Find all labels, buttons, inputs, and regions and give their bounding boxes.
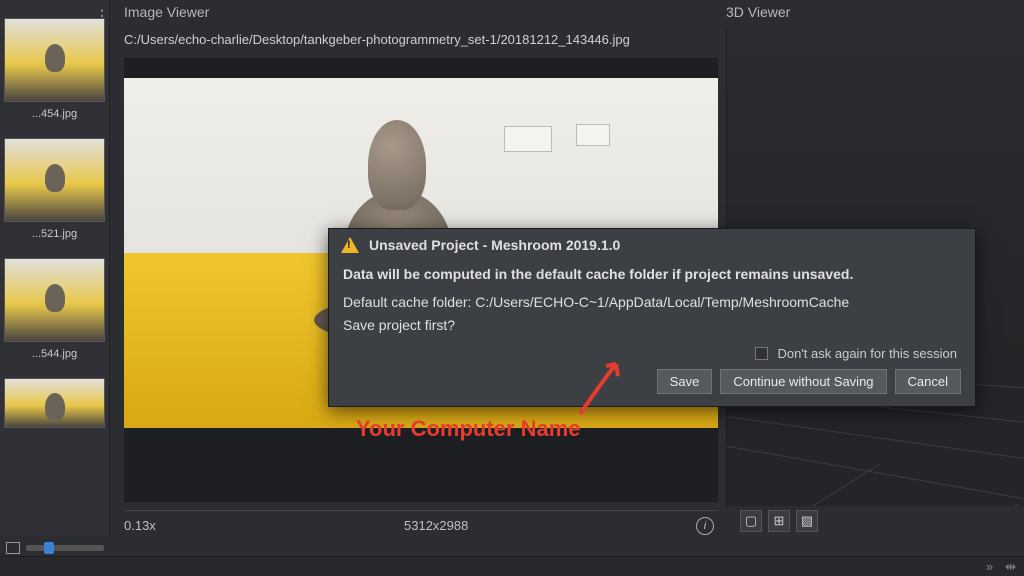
slider-thumb[interactable] [44, 542, 54, 554]
image-path: C:/Users/echo-charlie/Desktop/tankgeber-… [124, 32, 630, 47]
dialog-question: Save project first? [343, 314, 961, 336]
thumbnail-size-slider[interactable] [26, 545, 104, 551]
thumbnail-panel: ⋮ ...454.jpg ...521.jpg ...544.jpg [0, 0, 110, 536]
warning-icon [341, 237, 359, 253]
image-resolution: 5312x2988 [404, 518, 696, 533]
dont-ask-checkbox[interactable] [755, 347, 768, 360]
image-viewer-title: Image Viewer [124, 4, 209, 20]
thumbnail-label: ...521.jpg [0, 226, 109, 242]
size-icon [6, 542, 20, 554]
thumbnail-item[interactable] [4, 258, 105, 342]
continue-without-saving-button[interactable]: Continue without Saving [720, 369, 886, 394]
view-grid-button[interactable]: ⊞ [768, 510, 790, 532]
thumbnail-item[interactable] [4, 18, 105, 102]
threed-viewer-title: 3D Viewer [726, 4, 790, 20]
thumbnail-image [5, 19, 104, 101]
info-icon[interactable]: i [696, 517, 714, 535]
zoom-level: 0.13x [124, 518, 404, 533]
dont-ask-label: Don't ask again for this session [777, 346, 957, 361]
cancel-button[interactable]: Cancel [895, 369, 961, 394]
dialog-titlebar: Unsaved Project - Meshroom 2019.1.0 [329, 229, 975, 261]
thumbnail-item[interactable] [4, 138, 105, 222]
dialog-headline: Data will be computed in the default cac… [343, 263, 961, 285]
thumbnail-image [5, 139, 104, 221]
thumbnail-image [5, 379, 104, 427]
threed-toolbar: ▢ ⊞ ▨ [740, 510, 818, 532]
view-cube-button[interactable]: ▢ [740, 510, 762, 532]
image-status-bar: 0.13x 5312x2988 i [124, 510, 718, 536]
thumbnail-image [5, 259, 104, 341]
thumbnail-label: ...454.jpg [0, 106, 109, 122]
thumbnail-item[interactable] [4, 378, 105, 428]
bottom-bar: » ⇹ [0, 556, 1024, 576]
save-button[interactable]: Save [657, 369, 713, 394]
dialog-cache-path: Default cache folder: C:/Users/ECHO-C~1/… [343, 291, 961, 313]
annotation-label: Your Computer Name [356, 416, 581, 442]
dialog-title: Unsaved Project - Meshroom 2019.1.0 [369, 237, 620, 253]
dialog-checkbox-row: Don't ask again for this session [329, 338, 975, 365]
chevrons-icon[interactable]: » [986, 559, 993, 574]
view-hatch-button[interactable]: ▨ [796, 510, 818, 532]
thumbnail-label: ...544.jpg [0, 346, 109, 362]
settings-icon[interactable]: ⇹ [1005, 559, 1016, 575]
unsaved-project-dialog: Unsaved Project - Meshroom 2019.1.0 Data… [328, 228, 976, 407]
